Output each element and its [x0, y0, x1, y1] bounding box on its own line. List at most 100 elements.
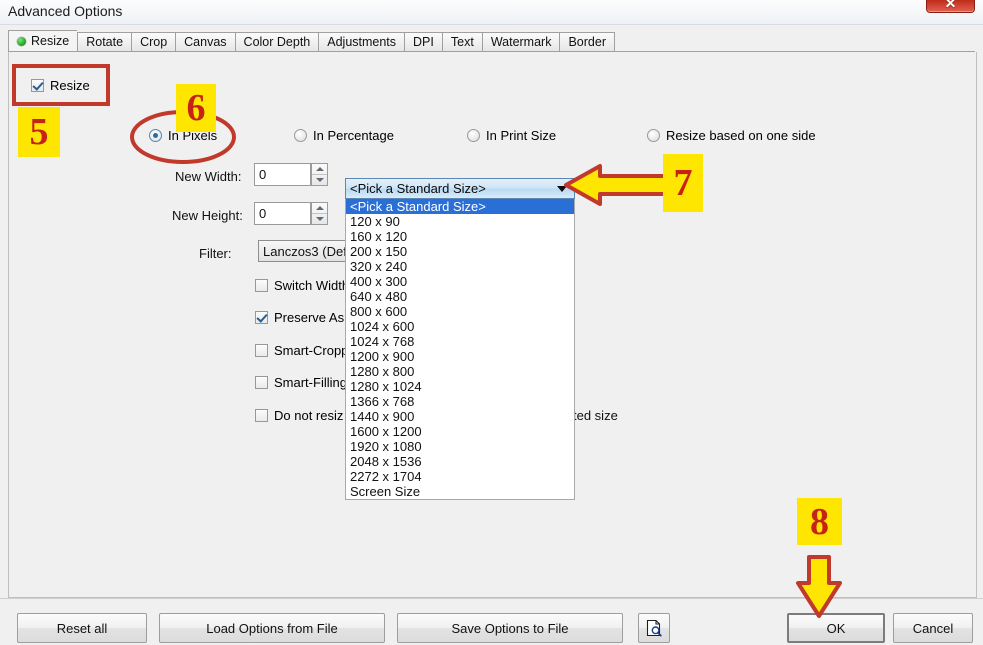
standard-size-dropdown-header[interactable]: <Pick a Standard Size>: [345, 178, 575, 199]
tab-text[interactable]: Text: [441, 32, 482, 52]
new-height-spinner[interactable]: [311, 202, 328, 225]
close-button[interactable]: ✕: [926, 0, 975, 13]
tab-adjustments[interactable]: Adjustments: [318, 32, 405, 52]
standard-size-option[interactable]: 1200 x 900: [346, 349, 574, 364]
document-magnifier-icon: [646, 619, 662, 637]
radio-mark: [647, 129, 660, 142]
standard-size-option[interactable]: 800 x 600: [346, 304, 574, 319]
tab-label: Color Depth: [243, 35, 311, 49]
filter-label: Filter:: [199, 246, 232, 261]
standard-size-option[interactable]: <Pick a Standard Size>: [346, 199, 574, 214]
window-title: Advanced Options: [8, 3, 123, 19]
standard-size-option[interactable]: 1280 x 800: [346, 364, 574, 379]
checkbox-switch-width[interactable]: Switch Width: [255, 278, 349, 293]
tab-border[interactable]: Border: [559, 32, 615, 52]
standard-size-option[interactable]: 2048 x 1536: [346, 454, 574, 469]
checkbox-box: [255, 311, 268, 324]
standard-size-option[interactable]: 120 x 90: [346, 214, 574, 229]
tab-crop[interactable]: Crop: [131, 32, 176, 52]
standard-size-option[interactable]: 1440 x 900: [346, 409, 574, 424]
checkbox-box: [255, 376, 268, 389]
tab-label: Adjustments: [327, 35, 397, 49]
tab-label: Crop: [140, 35, 168, 49]
tab-label: Watermark: [490, 35, 552, 49]
radio-in-print-size-label: In Print Size: [486, 128, 557, 143]
tab-dpi[interactable]: DPI: [404, 32, 442, 52]
spinner-down[interactable]: [312, 213, 327, 224]
standard-size-option[interactable]: 1920 x 1080: [346, 439, 574, 454]
load-options-button[interactable]: Load Options from File: [159, 613, 385, 643]
checkbox-do-not-resize-label: Do not resiz: [274, 408, 344, 423]
standard-size-option[interactable]: 200 x 150: [346, 244, 574, 259]
tab-strip: Resize Rotate Crop Canvas Color Depth Adjustm…: [8, 30, 975, 52]
tab-watermark[interactable]: Watermark: [481, 32, 560, 52]
preview-button[interactable]: [638, 613, 670, 643]
close-icon: ✕: [944, 0, 957, 11]
checkbox-do-not-resize[interactable]: Do not resiz: [255, 408, 343, 423]
radio-resize-one-side-label: Resize based on one side: [666, 128, 816, 143]
standard-size-option[interactable]: 1600 x 1200: [346, 424, 574, 439]
do-not-resize-trailing-text: ted size: [573, 408, 618, 423]
save-options-button[interactable]: Save Options to File: [397, 613, 623, 643]
checkbox-switch-width-label: Switch Width: [274, 278, 350, 293]
cancel-button[interactable]: Cancel: [893, 613, 973, 643]
tab-label: Border: [568, 35, 606, 49]
checkbox-box: [255, 409, 268, 422]
dialog-footer: Reset all Load Options from File Save Op…: [0, 598, 983, 645]
title-bar: Advanced Options ✕: [0, 0, 983, 25]
checkbox-box: [255, 344, 268, 357]
new-width-input[interactable]: 0: [254, 163, 311, 186]
green-dot-icon: [17, 36, 26, 46]
standard-size-option[interactable]: 160 x 120: [346, 229, 574, 244]
radio-in-percentage[interactable]: In Percentage: [294, 128, 394, 143]
new-width-spinner[interactable]: [311, 163, 328, 186]
radio-mark: [149, 129, 162, 142]
checkbox-smart-filling[interactable]: Smart-Filling: [255, 375, 347, 390]
spinner-up[interactable]: [312, 164, 327, 174]
tab-label: DPI: [413, 35, 434, 49]
new-height-label: New Height:: [172, 208, 243, 223]
filter-combo[interactable]: Lanczos3 (Defa: [258, 240, 354, 262]
standard-size-option[interactable]: 2272 x 1704: [346, 469, 574, 484]
spinner-down[interactable]: [312, 174, 327, 185]
standard-size-option[interactable]: 400 x 300: [346, 274, 574, 289]
ok-button[interactable]: OK: [787, 613, 885, 643]
standard-size-option-list[interactable]: <Pick a Standard Size> 120 x 90 160 x 120 2…: [345, 199, 575, 500]
annotation-badge-8: 8: [797, 498, 842, 545]
standard-size-option[interactable]: 1024 x 600: [346, 319, 574, 334]
checkbox-preserve-aspect[interactable]: Preserve Asp: [255, 310, 351, 325]
tab-label: Resize: [31, 34, 70, 48]
checkbox-smart-cropping[interactable]: Smart-Cropp: [255, 343, 348, 358]
standard-size-dropdown[interactable]: <Pick a Standard Size> <Pick a Standard …: [345, 178, 575, 500]
radio-mark: [294, 129, 307, 142]
annotation-badge-6: 6: [176, 84, 216, 132]
tab-resize[interactable]: Resize: [8, 30, 78, 52]
spinner-up[interactable]: [312, 203, 327, 213]
radio-in-print-size[interactable]: In Print Size: [467, 128, 556, 143]
reset-all-button[interactable]: Reset all: [17, 613, 147, 643]
standard-size-option[interactable]: 1280 x 1024: [346, 379, 574, 394]
new-height-input[interactable]: 0: [254, 202, 311, 225]
annotation-badge-7: 7: [663, 154, 703, 212]
tab-color-depth[interactable]: Color Depth: [234, 32, 319, 52]
checkbox-smart-cropping-label: Smart-Cropp: [274, 343, 349, 358]
checkbox-preserve-aspect-label: Preserve Asp: [274, 310, 352, 325]
radio-mark: [467, 129, 480, 142]
standard-size-option[interactable]: Screen Size: [346, 484, 574, 499]
standard-size-option[interactable]: 1366 x 768: [346, 394, 574, 409]
checkbox-box: [255, 279, 268, 292]
standard-size-option[interactable]: 320 x 240: [346, 259, 574, 274]
new-width-label: New Width:: [175, 169, 242, 184]
standard-size-option[interactable]: 640 x 480: [346, 289, 574, 304]
annotation-badge-5: 5: [18, 107, 60, 157]
radio-in-percentage-label: In Percentage: [313, 128, 394, 143]
radio-resize-one-side[interactable]: Resize based on one side: [647, 128, 816, 143]
tab-label: Rotate: [86, 35, 124, 49]
chevron-down-icon: [557, 185, 567, 192]
tab-canvas[interactable]: Canvas: [175, 32, 235, 52]
annotation-rect-resize-checkbox: [12, 64, 110, 106]
checkbox-smart-filling-label: Smart-Filling: [274, 375, 347, 390]
tab-rotate[interactable]: Rotate: [77, 32, 132, 52]
standard-size-option[interactable]: 1024 x 768: [346, 334, 574, 349]
tab-label: Text: [450, 35, 474, 49]
